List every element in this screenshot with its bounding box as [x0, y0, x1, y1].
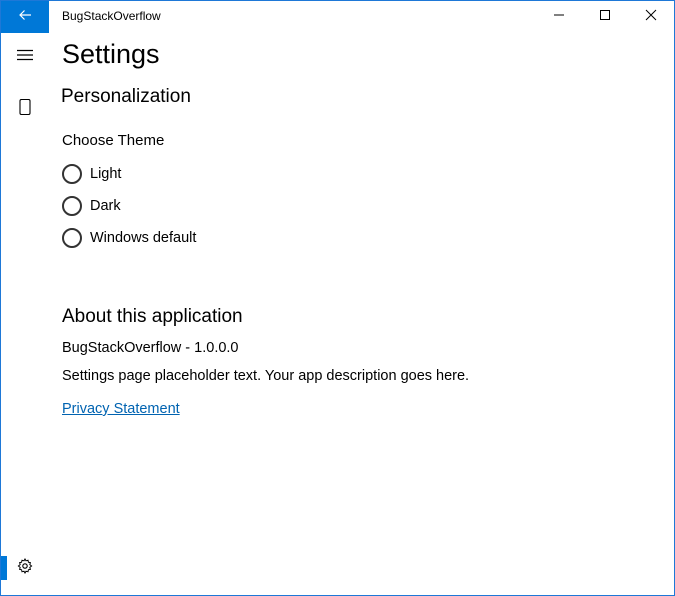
radio-circle[interactable] — [62, 228, 82, 248]
choose-theme-label: Choose Theme — [62, 132, 165, 149]
radio-circle[interactable] — [62, 164, 82, 184]
maximize-button[interactable] — [582, 1, 628, 33]
description-text: Settings page placeholder text. Your app… — [62, 368, 470, 384]
back-arrow-icon — [17, 7, 33, 28]
hamburger-icon — [17, 48, 33, 66]
personalization-header: Personalization — [61, 86, 191, 107]
device-icon — [19, 98, 31, 120]
back-button[interactable] — [1, 1, 49, 33]
minimize-icon — [553, 8, 565, 26]
radio-label: Light — [90, 166, 122, 182]
theme-radio-light[interactable]: Light — [62, 163, 121, 185]
nav-item-settings[interactable] — [1, 552, 49, 584]
version-text: BugStackOverflow - 1.0.0.0 — [62, 340, 239, 356]
hamburger-menu-button[interactable] — [1, 41, 49, 73]
close-icon — [645, 8, 657, 26]
theme-radio-dark[interactable]: Dark — [62, 195, 121, 217]
window-title: BugStackOverflow — [62, 9, 161, 23]
gear-icon — [17, 557, 33, 579]
radio-circle[interactable] — [62, 196, 82, 216]
title-bar: BugStackOverflow — [1, 1, 674, 33]
radio-label: Windows default — [90, 230, 197, 246]
close-button[interactable] — [628, 1, 674, 33]
theme-radio-windows-default[interactable]: Windows default — [62, 227, 196, 249]
about-header: About this application — [62, 306, 243, 327]
nav-item-main[interactable] — [1, 93, 49, 125]
radio-label: Dark — [90, 198, 121, 214]
maximize-icon — [599, 8, 611, 26]
minimize-button[interactable] — [536, 1, 582, 33]
page-title: Settings — [62, 39, 160, 69]
app-window: BugStackOverflow Settings Personalizatio… — [0, 0, 675, 596]
privacy-statement-link[interactable]: Privacy Statement — [62, 401, 180, 417]
